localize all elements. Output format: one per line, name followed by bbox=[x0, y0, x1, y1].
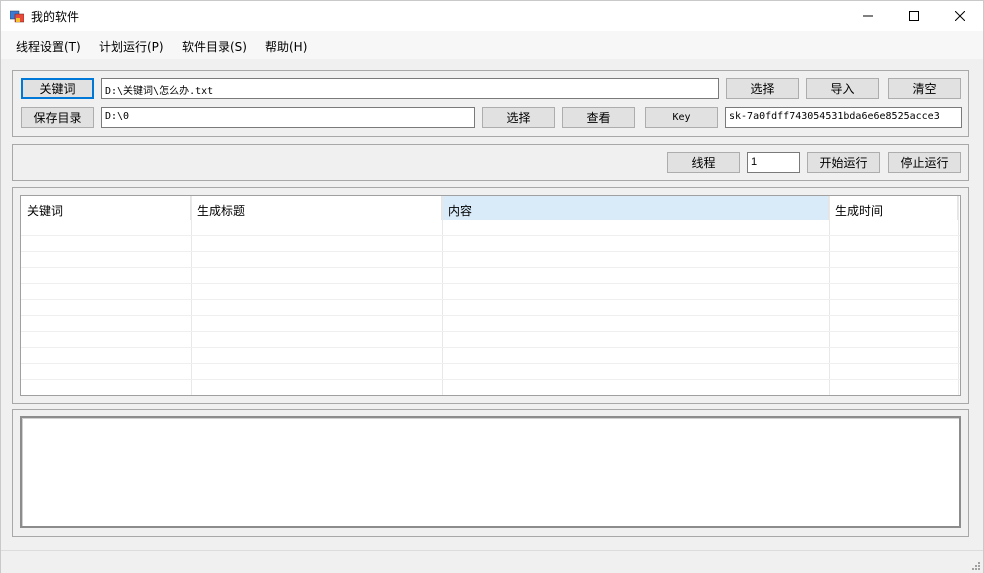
api-key-input[interactable]: sk-7a0fdff743054531bda6e6e8525acce3 bbox=[725, 107, 962, 128]
grid-empty-row bbox=[21, 332, 960, 348]
column-header-keyword[interactable]: 关键词 bbox=[21, 196, 191, 220]
grid-empty-row bbox=[21, 364, 960, 380]
key-button[interactable]: Key bbox=[645, 107, 718, 128]
results-grid[interactable]: 关键词 生成标题 内容 生成时间 bbox=[20, 195, 961, 396]
start-run-button[interactable]: 开始运行 bbox=[807, 152, 880, 173]
status-bar bbox=[1, 550, 983, 573]
grid-empty-row bbox=[21, 220, 960, 236]
app-icon bbox=[10, 10, 24, 23]
thread-count-input[interactable]: 1 bbox=[747, 152, 800, 173]
resize-grip-icon[interactable] bbox=[970, 560, 980, 570]
title-bar: 我的软件 bbox=[1, 1, 983, 31]
maximize-button[interactable] bbox=[891, 1, 937, 31]
window-title: 我的软件 bbox=[31, 10, 80, 24]
menu-software-directory[interactable]: 软件目录(S) bbox=[182, 38, 247, 55]
stop-run-button[interactable]: 停止运行 bbox=[888, 152, 961, 173]
grid-empty-row bbox=[21, 284, 960, 300]
log-textarea[interactable] bbox=[20, 416, 961, 528]
menu-bar: 线程设置(T) 计划运行(P) 软件目录(S) 帮助(H) bbox=[1, 31, 983, 59]
close-button[interactable] bbox=[937, 1, 983, 31]
save-dir-select-button[interactable]: 选择 bbox=[482, 107, 555, 128]
grid-empty-row bbox=[21, 316, 960, 332]
grid-empty-row bbox=[21, 380, 960, 395]
run-controls-group: 线程 1 开始运行 停止运行 bbox=[12, 144, 969, 181]
main-window: 我的软件 线程设置(T) 计划运行(P) 软件目录(S) 帮助(H) 关键词 D… bbox=[0, 0, 984, 573]
keyword-path-input[interactable]: D:\关键词\怎么办.txt bbox=[101, 78, 719, 99]
save-dir-input[interactable]: D:\0 bbox=[101, 107, 475, 128]
grid-empty-row bbox=[21, 252, 960, 268]
grid-header: 关键词 生成标题 内容 生成时间 bbox=[21, 196, 960, 220]
maximize-icon bbox=[909, 11, 919, 21]
save-dir-button[interactable]: 保存目录 bbox=[21, 107, 94, 128]
paths-group: 关键词 D:\关键词\怎么办.txt 选择 导入 清空 保存目录 D:\0 选择… bbox=[12, 70, 969, 137]
grid-empty-row bbox=[21, 348, 960, 364]
keyword-select-button[interactable]: 选择 bbox=[726, 78, 799, 99]
clear-button[interactable]: 清空 bbox=[888, 78, 961, 99]
column-header-title[interactable]: 生成标题 bbox=[191, 196, 442, 220]
grid-empty-row bbox=[21, 268, 960, 284]
grid-empty-row bbox=[21, 236, 960, 252]
keyword-button[interactable]: 关键词 bbox=[21, 78, 94, 99]
minimize-icon bbox=[863, 15, 873, 17]
minimize-button[interactable] bbox=[845, 1, 891, 31]
thread-button[interactable]: 线程 bbox=[667, 152, 740, 173]
column-header-content[interactable]: 内容 bbox=[442, 196, 829, 220]
menu-scheduled-run[interactable]: 计划运行(P) bbox=[99, 38, 164, 55]
view-button[interactable]: 查看 bbox=[562, 107, 635, 128]
menu-thread-settings[interactable]: 线程设置(T) bbox=[16, 38, 81, 55]
close-icon bbox=[955, 11, 965, 21]
column-header-time[interactable]: 生成时间 bbox=[829, 196, 958, 220]
menu-help[interactable]: 帮助(H) bbox=[265, 38, 307, 55]
import-button[interactable]: 导入 bbox=[806, 78, 879, 99]
grid-empty-row bbox=[21, 300, 960, 316]
